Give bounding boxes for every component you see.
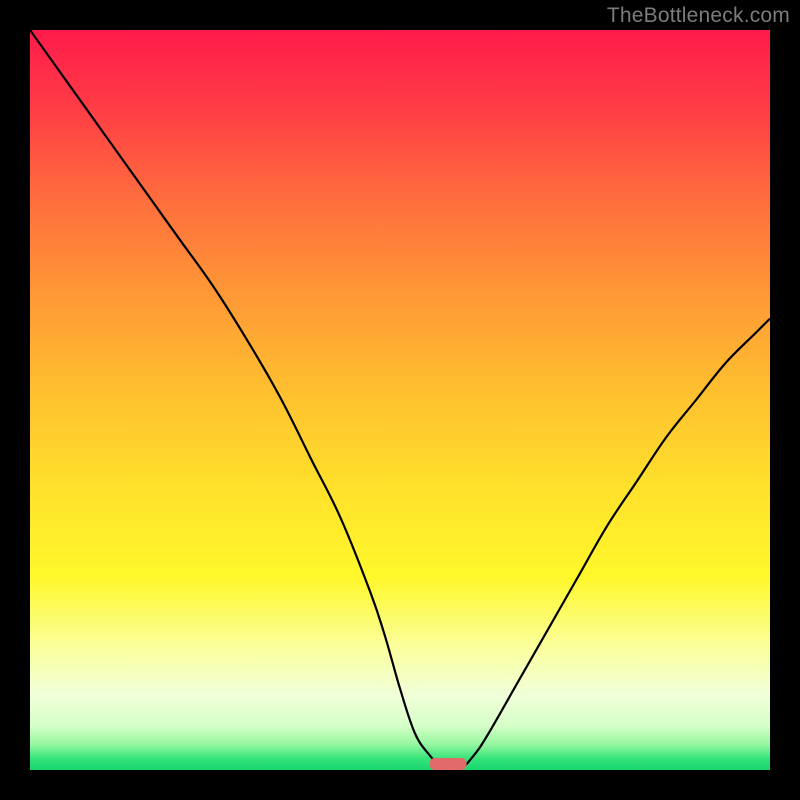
gradient-background <box>30 30 770 770</box>
bottleneck-chart <box>30 30 770 770</box>
watermark-text: TheBottleneck.com <box>607 4 790 28</box>
optimum-marker <box>430 758 467 770</box>
chart-frame <box>30 30 770 770</box>
